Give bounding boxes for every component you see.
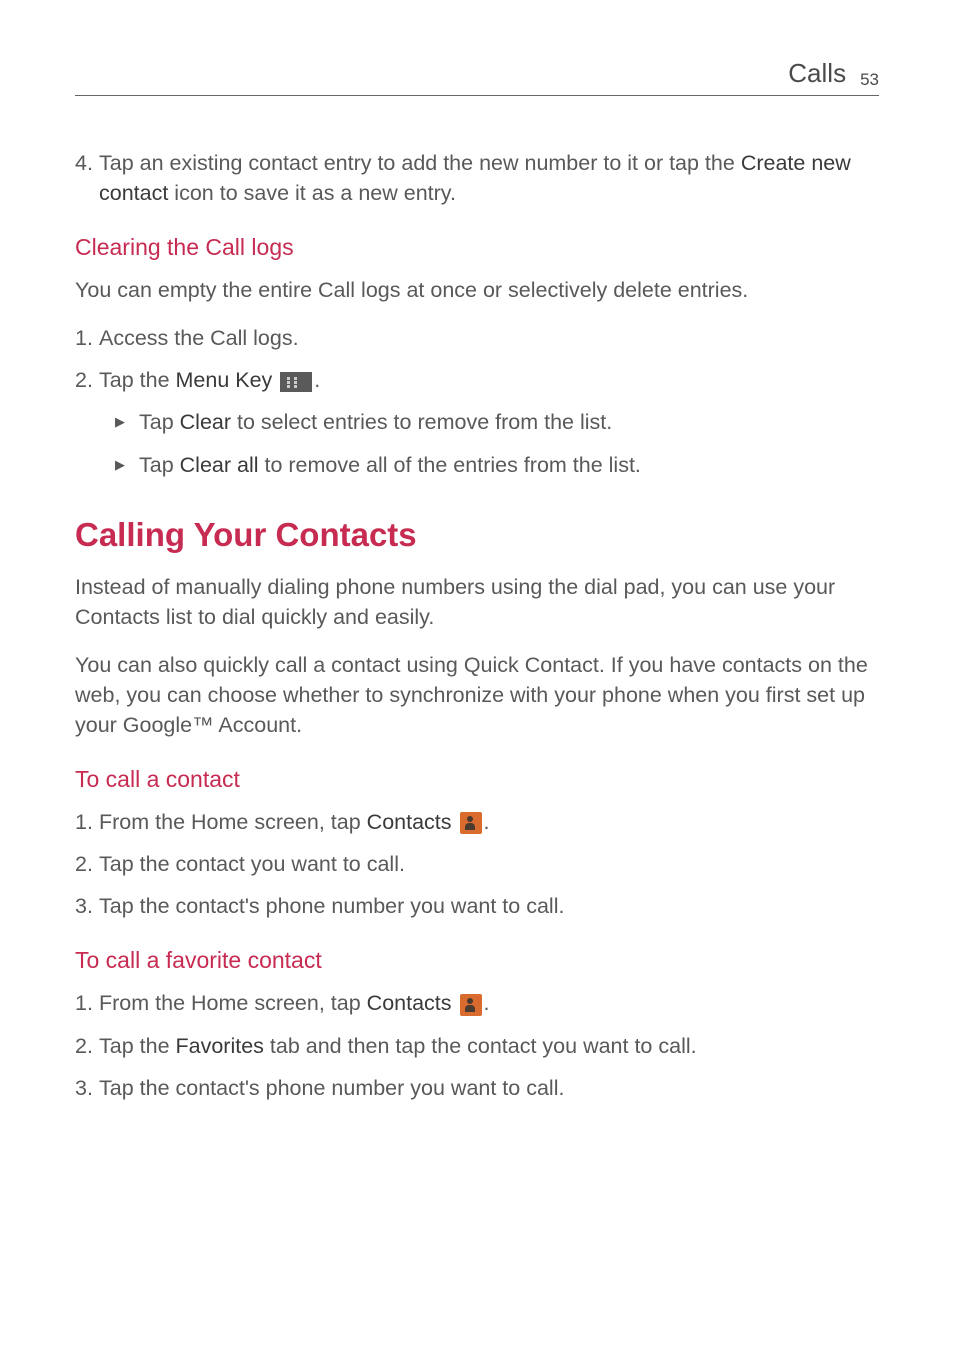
- arrow-icon: ▶: [115, 407, 139, 431]
- step-content: Tap an existing contact entry to add the…: [99, 148, 879, 208]
- step-3-fav-tap-number: 3. Tap the contact's phone number you wa…: [75, 1073, 879, 1103]
- step-content: From the Home screen, tap Contacts .: [99, 807, 879, 837]
- bold-text: Contacts: [367, 810, 452, 834]
- text: to remove all of the entries from the li…: [259, 453, 641, 477]
- page-header: Calls 53: [75, 58, 879, 96]
- text: Tap the: [99, 368, 176, 392]
- header-title: Calls: [788, 58, 846, 89]
- step-number: 1.: [75, 323, 99, 353]
- step-2-tap-contact: 2. Tap the contact you want to call.: [75, 849, 879, 879]
- step-number: 1.: [75, 807, 99, 837]
- bullet-clear: ▶ Tap Clear to select entries to remove …: [115, 407, 879, 437]
- step-number: 4.: [75, 148, 99, 208]
- step-content: Tap the Menu Key .: [99, 365, 879, 395]
- contacts-icon: [460, 812, 482, 834]
- bold-text: Menu Key: [176, 368, 273, 392]
- arrow-icon: ▶: [115, 450, 139, 474]
- step-number: 3.: [75, 1073, 99, 1103]
- step-1-fav-tap-contacts: 1. From the Home screen, tap Contacts .: [75, 988, 879, 1018]
- step-1-tap-contacts: 1. From the Home screen, tap Contacts .: [75, 807, 879, 837]
- step-number: 2.: [75, 365, 99, 395]
- text: .: [314, 368, 320, 392]
- step-content: Tap the contact's phone number you want …: [99, 891, 879, 921]
- bullet-content: Tap Clear to select entries to remove fr…: [139, 407, 879, 437]
- step-content: Tap the contact you want to call.: [99, 849, 879, 879]
- heading-to-call-contact: To call a contact: [75, 766, 879, 793]
- heading-calling-contacts: Calling Your Contacts: [75, 516, 879, 554]
- text: to select entries to remove from the lis…: [231, 410, 612, 434]
- text: Tap the: [99, 1034, 176, 1058]
- text: Tap: [139, 453, 180, 477]
- bold-text: Contacts: [367, 991, 452, 1015]
- bold-text: Clear: [180, 410, 231, 434]
- heading-clearing-call-logs: Clearing the Call logs: [75, 234, 879, 261]
- step-number: 3.: [75, 891, 99, 921]
- step-content: Tap the Favorites tab and then tap the c…: [99, 1031, 879, 1061]
- step-4-create-contact: 4. Tap an existing contact entry to add …: [75, 148, 879, 208]
- menu-key-icon: [280, 372, 312, 392]
- paragraph: You can empty the entire Call logs at on…: [75, 275, 879, 305]
- step-2-tap-menu: 2. Tap the Menu Key .: [75, 365, 879, 395]
- step-1-access-logs: 1. Access the Call logs.: [75, 323, 879, 353]
- bullet-content: Tap Clear all to remove all of the entri…: [139, 450, 879, 480]
- step-number: 2.: [75, 1031, 99, 1061]
- paragraph: You can also quickly call a contact usin…: [75, 650, 879, 740]
- heading-to-call-favorite: To call a favorite contact: [75, 947, 879, 974]
- text: .: [484, 810, 490, 834]
- step-number: 2.: [75, 849, 99, 879]
- step-content: Tap the contact's phone number you want …: [99, 1073, 879, 1103]
- step-content: From the Home screen, tap Contacts .: [99, 988, 879, 1018]
- step-number: 1.: [75, 988, 99, 1018]
- page-content: Calls 53 4. Tap an existing contact entr…: [0, 0, 954, 1190]
- text: tab and then tap the contact you want to…: [264, 1034, 697, 1058]
- bullet-clear-all: ▶ Tap Clear all to remove all of the ent…: [115, 450, 879, 480]
- bold-text: Clear all: [180, 453, 259, 477]
- step-2-tap-favorites-tab: 2. Tap the Favorites tab and then tap th…: [75, 1031, 879, 1061]
- page-number: 53: [860, 70, 879, 90]
- text: .: [484, 991, 490, 1015]
- bold-text: Favorites: [176, 1034, 264, 1058]
- contacts-icon: [460, 994, 482, 1016]
- text: Tap an existing contact entry to add the…: [99, 151, 741, 175]
- text: Tap: [139, 410, 180, 434]
- text: From the Home screen, tap: [99, 991, 367, 1015]
- text: From the Home screen, tap: [99, 810, 367, 834]
- step-content: Access the Call logs.: [99, 323, 879, 353]
- paragraph: Instead of manually dialing phone number…: [75, 572, 879, 632]
- step-3-tap-number: 3. Tap the contact's phone number you wa…: [75, 891, 879, 921]
- text: icon to save it as a new entry.: [168, 181, 456, 205]
